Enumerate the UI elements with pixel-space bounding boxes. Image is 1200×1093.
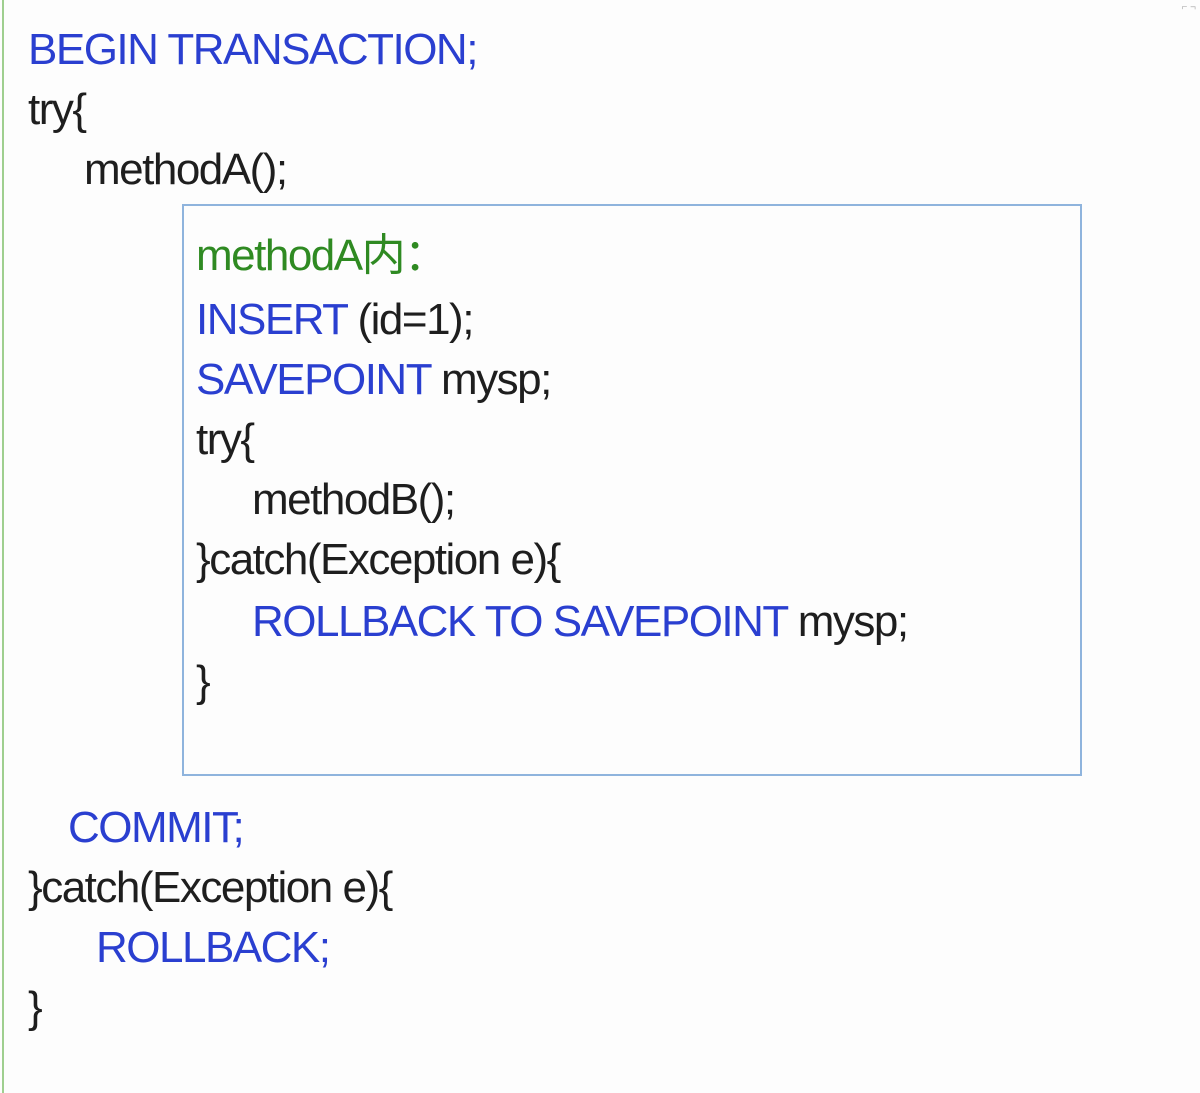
method-a-call: methodA(); — [84, 145, 288, 194]
savepoint-statement: SAVEPOINT mysp; — [196, 355, 552, 404]
inner-try-open: try{ — [196, 415, 255, 464]
outer-catch-open: }catch(Exception e){ — [28, 863, 393, 912]
insert-statement: INSERT (id=1); — [196, 295, 474, 344]
left-border-line — [2, 0, 4, 1093]
rollback-to-savepoint-keyword: ROLLBACK TO SAVEPOINT — [252, 597, 789, 646]
insert-keyword: INSERT — [196, 295, 348, 344]
inner-catch-close: } — [196, 657, 211, 706]
inner-catch-open: }catch(Exception e){ — [196, 535, 561, 584]
corner-mark: ⌐ ¬ — [1181, 2, 1196, 13]
savepoint-keyword: SAVEPOINT — [196, 355, 432, 404]
method-b-call: methodB(); — [252, 475, 456, 524]
rollback-to-savepoint-statement: ROLLBACK TO SAVEPOINT mysp; — [252, 597, 909, 646]
method-a-heading: methodA内： — [196, 231, 448, 280]
savepoint-name: mysp; — [430, 355, 552, 404]
outer-try-open: try{ — [28, 85, 87, 134]
commit-statement: COMMIT; — [68, 803, 245, 852]
outer-catch-close: } — [28, 983, 43, 1032]
insert-args: (id=1); — [346, 295, 474, 344]
rollback-statement: ROLLBACK; — [96, 923, 331, 972]
begin-transaction-statement: BEGIN TRANSACTION; — [28, 25, 478, 74]
code-slide: ⌐ ¬ BEGIN TRANSACTION; try{ methodA(); m… — [0, 0, 1200, 1093]
rollback-savepoint-name: mysp; — [787, 597, 909, 646]
